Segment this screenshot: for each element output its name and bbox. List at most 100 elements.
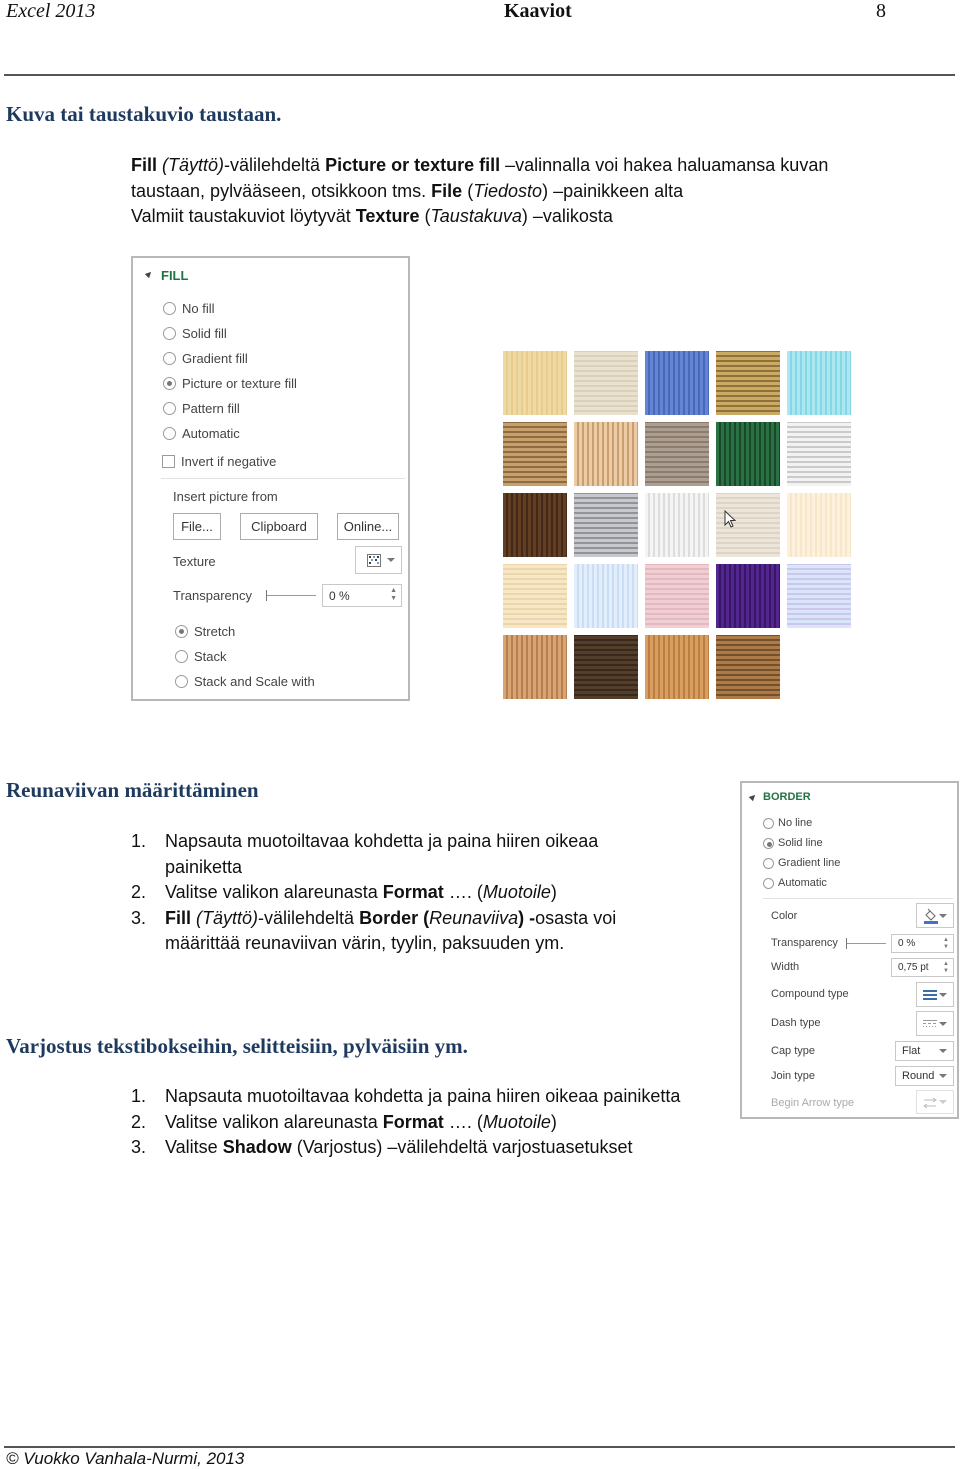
file-button[interactable]: File... (173, 513, 221, 540)
radio-button[interactable] (163, 402, 176, 415)
texture-bouquet[interactable] (787, 564, 851, 628)
texture-icon (367, 554, 381, 567)
radio-button[interactable] (163, 327, 176, 340)
radio-picture-or-texture-fill[interactable]: Picture or texture fill (163, 376, 297, 391)
list-item-text: Valitse Shadow (Varjostus) –välilehdeltä… (165, 1135, 633, 1161)
compound-type-dropdown[interactable] (916, 982, 954, 1007)
texture-walnut[interactable] (574, 635, 638, 699)
section1-paragraph: Fill (Täyttö)-välilehdeltä Picture or te… (131, 153, 828, 230)
text-run: - (524, 907, 536, 928)
radio-gradient-fill[interactable]: Gradient fill (163, 351, 248, 366)
color-swatch (924, 921, 938, 924)
radio-gradient-line[interactable]: Gradient line (763, 857, 840, 869)
radio-button[interactable] (175, 675, 188, 688)
color-dropdown[interactable] (916, 903, 954, 928)
collapse-triangle-icon[interactable] (748, 792, 758, 802)
texture-canvas[interactable] (574, 351, 638, 415)
transparency-spinner[interactable]: 0 % ▲ ▼ (891, 934, 954, 953)
join-type-dropdown[interactable]: Round (895, 1066, 954, 1086)
texture-denim[interactable] (645, 351, 709, 415)
radio-button[interactable] (175, 625, 188, 638)
shadow-steps-list: 1. Napsauta muotoiltavaa kohdetta ja pain… (131, 1084, 691, 1161)
collapse-triangle-icon[interactable] (144, 269, 154, 279)
spinner-arrows-icon[interactable]: ▲ ▼ (943, 937, 949, 951)
texture-white-marble[interactable] (787, 422, 851, 486)
radio-solid-line[interactable]: Solid line (763, 837, 823, 849)
texture-paper-bag[interactable] (503, 422, 567, 486)
radio-stack[interactable]: Stack (175, 649, 227, 664)
begin-arrow-type-dropdown[interactable] (916, 1090, 954, 1114)
text-run: -välilehdeltä (224, 155, 326, 175)
radio-button[interactable] (163, 377, 176, 390)
texture-papyrus[interactable] (503, 351, 567, 415)
texture-dropdown[interactable] (355, 546, 402, 574)
checkbox-invert-if-negative[interactable]: Invert if negative (162, 454, 276, 469)
border-steps-list: 1. Napsauta muotoiltavaa kohdetta ja pain… (131, 829, 671, 957)
texture-granite[interactable] (574, 493, 638, 557)
texture-purple-mesh[interactable] (716, 564, 780, 628)
dash-type-label: Dash type (771, 1017, 821, 1029)
text-run: ) (550, 1111, 557, 1132)
texture-brown-marble[interactable] (503, 493, 567, 557)
spinner-arrows-icon[interactable]: ▲ ▼ (390, 587, 397, 603)
list-item-text: Valitse valikon alareunasta Format …. (M… (165, 1110, 557, 1136)
cap-type-dropdown[interactable]: Flat (895, 1041, 954, 1061)
list-item-number: 3. (131, 907, 147, 928)
clipboard-button[interactable]: Clipboard (240, 513, 318, 540)
radio-button[interactable] (163, 352, 176, 365)
texture-sand[interactable] (645, 422, 709, 486)
texture-green-marble[interactable] (716, 422, 780, 486)
texture-water-droplets[interactable] (787, 351, 851, 415)
text-run: Format (382, 882, 444, 902)
list-item-text: Fill (Täyttö)-välilehdeltä Border (Reuna… (165, 906, 671, 957)
header-chapter-title: Kaaviot (504, 0, 572, 22)
radio-automatic[interactable]: Automatic (163, 426, 240, 441)
radio-button[interactable] (763, 877, 774, 889)
texture-cork[interactable] (503, 635, 567, 699)
texture-medium-wood[interactable] (716, 635, 780, 699)
para-line: Fill (Täyttö)-välilehdeltä Picture or te… (131, 153, 828, 179)
transparency-spinner[interactable]: 0 % ▲ ▼ (322, 584, 402, 607)
radio-button[interactable] (163, 427, 176, 440)
radio-button[interactable] (763, 837, 774, 849)
dash-type-dropdown[interactable] (916, 1011, 954, 1036)
transparency-slider[interactable] (266, 590, 316, 601)
radio-button[interactable] (763, 857, 774, 869)
width-spinner[interactable]: 0,75 pt ▲ ▼ (891, 958, 954, 977)
radio-stack-and-scale[interactable]: Stack and Scale with (175, 674, 315, 689)
page-number: 8 (876, 0, 886, 22)
text-run: -välilehdeltä (258, 907, 360, 928)
radio-button[interactable] (763, 817, 774, 829)
radio-pattern-fill[interactable]: Pattern fill (163, 401, 240, 416)
texture-woven-mat[interactable] (716, 351, 780, 415)
text-run: ) –valikosta (521, 206, 613, 226)
online-button[interactable]: Online... (337, 513, 399, 540)
radio-no-fill[interactable]: No fill (163, 301, 215, 316)
chevron-down-icon (939, 1074, 947, 1078)
width-value: 0,75 pt (898, 962, 929, 973)
texture-blue-tissue-paper[interactable] (574, 564, 638, 628)
texture-parchment[interactable] (787, 493, 851, 557)
radio-button[interactable] (163, 302, 176, 315)
chevron-down-icon (939, 1021, 947, 1026)
checkbox[interactable] (162, 455, 175, 468)
transparency-value: 0 % (329, 588, 350, 603)
texture-pink-tissue-paper[interactable] (645, 564, 709, 628)
texture-fish-fossil[interactable] (574, 422, 638, 486)
chevron-down-icon (939, 992, 947, 997)
radio-stretch[interactable]: Stretch (175, 624, 235, 639)
transparency-slider[interactable] (846, 938, 886, 949)
radio-button[interactable] (175, 650, 188, 663)
text-run: Taustakuva (430, 206, 522, 226)
text-run: Shadow (222, 1137, 292, 1157)
radio-no-line[interactable]: No line (763, 817, 812, 829)
radio-solid-fill[interactable]: Solid fill (163, 326, 227, 341)
radio-automatic-line[interactable]: Automatic (763, 877, 827, 889)
dash-lines-icon (923, 1020, 937, 1027)
texture-stationery[interactable] (503, 564, 567, 628)
text-run: ) (550, 882, 557, 902)
texture-newsprint[interactable] (645, 493, 709, 557)
texture-oak[interactable] (645, 635, 709, 699)
spinner-arrows-icon[interactable]: ▲ ▼ (943, 961, 949, 975)
text-run: (Täyttö) (157, 155, 225, 175)
